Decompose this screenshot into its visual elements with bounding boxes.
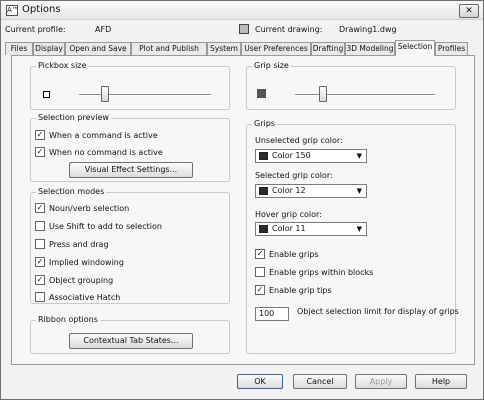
contextual-tab-states-button[interactable]: Contextual Tab States... xyxy=(69,333,193,349)
implied-windowing-checkbox[interactable]: ✓ xyxy=(35,257,45,267)
use-shift-checkbox[interactable] xyxy=(35,221,45,231)
window-title: Options xyxy=(22,4,61,15)
tab-drafting[interactable]: Drafting xyxy=(311,42,345,55)
tab-strip: Files Display Open and Save Plot and Pub… xyxy=(5,40,481,56)
enable-grips-label: Enable grips xyxy=(269,250,319,259)
grip-size-preview xyxy=(257,89,266,98)
press-and-drag-label: Press and drag xyxy=(49,240,109,249)
pickbox-group: Pickbox size xyxy=(30,61,230,110)
visual-effect-settings-button[interactable]: Visual Effect Settings... xyxy=(69,162,193,178)
unselected-grip-color-select[interactable]: Color 150 ▼ xyxy=(255,149,367,163)
use-shift-label: Use Shift to add to selection xyxy=(49,222,162,231)
grip-size-slider-thumb[interactable] xyxy=(319,86,327,102)
enable-grip-tips-checkbox[interactable]: ✓ xyxy=(255,285,265,295)
help-button[interactable]: Help xyxy=(415,374,467,389)
associative-hatch-checkbox[interactable] xyxy=(35,292,45,302)
unselected-color-swatch xyxy=(259,152,268,160)
noun-verb-selection-checkbox[interactable]: ✓ xyxy=(35,203,45,213)
object-selection-limit-label: Object selection limit for display of gr… xyxy=(297,307,459,316)
selected-grip-color-select[interactable]: Color 12 ▼ xyxy=(255,184,367,198)
current-drawing-label: Current drawing: xyxy=(255,25,323,34)
tab-plot-and-publish[interactable]: Plot and Publish xyxy=(131,42,207,55)
tab-system[interactable]: System xyxy=(207,42,241,55)
ribbon-options-title: Ribbon options xyxy=(36,315,100,324)
tab-user-preferences[interactable]: User Preferences xyxy=(241,42,311,55)
pickbox-preview xyxy=(43,91,50,98)
unselected-grip-color-label: Unselected grip color: xyxy=(255,136,343,145)
noun-verb-selection-label: Noun/verb selection xyxy=(49,204,130,213)
current-drawing-value: Drawing1.dwg xyxy=(339,25,397,34)
close-button[interactable]: ✕ xyxy=(459,4,479,18)
pickbox-title: Pickbox size xyxy=(36,61,89,70)
hover-color-swatch xyxy=(259,225,268,233)
chevron-down-icon: ▼ xyxy=(356,187,362,195)
ribbon-options-group: Ribbon options Contextual Tab States... xyxy=(30,315,230,354)
current-profile-label: Current profile: xyxy=(5,25,66,34)
app-icon: A™ xyxy=(6,5,19,16)
close-icon: ✕ xyxy=(465,6,473,16)
preview-command-active-label: When a command is active xyxy=(49,131,158,140)
options-dialog: A™ Options ✕ Current profile: AFD Curren… xyxy=(0,0,484,400)
enable-grips-within-blocks-label: Enable grips within blocks xyxy=(269,268,374,277)
hover-grip-color-label: Hover grip color: xyxy=(255,210,322,219)
grips-title: Grips xyxy=(252,119,277,128)
pickbox-slider-thumb[interactable] xyxy=(101,86,110,102)
hover-grip-color-select[interactable]: Color 11 ▼ xyxy=(255,222,367,236)
selection-preview-group: Selection preview ✓ When a command is ac… xyxy=(30,113,230,182)
tab-3d-modeling[interactable]: 3D Modeling xyxy=(345,42,395,55)
profile-row: Current profile: AFD Current drawing: Dr… xyxy=(1,23,483,37)
hover-grip-color-value: Color 11 xyxy=(272,224,306,233)
object-selection-limit-input[interactable]: 100 xyxy=(255,307,289,321)
preview-command-active-checkbox[interactable]: ✓ xyxy=(35,130,45,140)
selection-preview-title: Selection preview xyxy=(36,113,111,122)
selection-tab-panel: Pickbox size Selection preview ✓ When a … xyxy=(11,55,475,365)
grip-size-slider-track[interactable] xyxy=(295,94,435,96)
associative-hatch-label: Associative Hatch xyxy=(49,293,121,302)
selected-grip-color-value: Color 12 xyxy=(272,186,306,195)
tab-profiles[interactable]: Profiles xyxy=(435,42,468,55)
title-bar[interactable]: A™ Options ✕ xyxy=(1,1,483,20)
implied-windowing-label: Implied windowing xyxy=(49,258,124,267)
selection-modes-group: Selection modes ✓ Noun/verb selection Us… xyxy=(30,187,230,304)
preview-no-command-label: When no command is active xyxy=(49,148,163,157)
tab-open-and-save[interactable]: Open and Save xyxy=(65,42,131,55)
tab-files[interactable]: Files xyxy=(5,42,33,55)
tab-selection[interactable]: Selection xyxy=(395,40,435,56)
tab-display[interactable]: Display xyxy=(33,42,65,55)
drawing-icon xyxy=(239,24,249,34)
enable-grips-within-blocks-checkbox[interactable] xyxy=(255,267,265,277)
cancel-button[interactable]: Cancel xyxy=(293,374,347,389)
enable-grips-checkbox[interactable]: ✓ xyxy=(255,249,265,259)
current-profile-value: AFD xyxy=(95,25,112,34)
object-grouping-checkbox[interactable]: ✓ xyxy=(35,275,45,285)
grips-group: Grips Unselected grip color: Color 150 ▼… xyxy=(246,119,459,354)
object-grouping-label: Object grouping xyxy=(49,276,114,285)
unselected-grip-color-value: Color 150 xyxy=(272,151,311,160)
chevron-down-icon: ▼ xyxy=(356,152,362,160)
press-and-drag-checkbox[interactable] xyxy=(35,239,45,249)
selected-color-swatch xyxy=(259,187,268,195)
apply-button[interactable]: Apply xyxy=(355,374,407,389)
selection-modes-title: Selection modes xyxy=(36,187,107,196)
grip-size-group: Grip size xyxy=(246,61,456,110)
preview-no-command-checkbox[interactable]: ✓ xyxy=(35,147,45,157)
chevron-down-icon: ▼ xyxy=(356,225,362,233)
selected-grip-color-label: Selected grip color: xyxy=(255,171,333,180)
ok-button[interactable]: OK xyxy=(237,374,283,389)
grip-size-title: Grip size xyxy=(252,61,291,70)
enable-grip-tips-label: Enable grip tips xyxy=(269,286,332,295)
pickbox-slider-track[interactable] xyxy=(79,94,211,96)
